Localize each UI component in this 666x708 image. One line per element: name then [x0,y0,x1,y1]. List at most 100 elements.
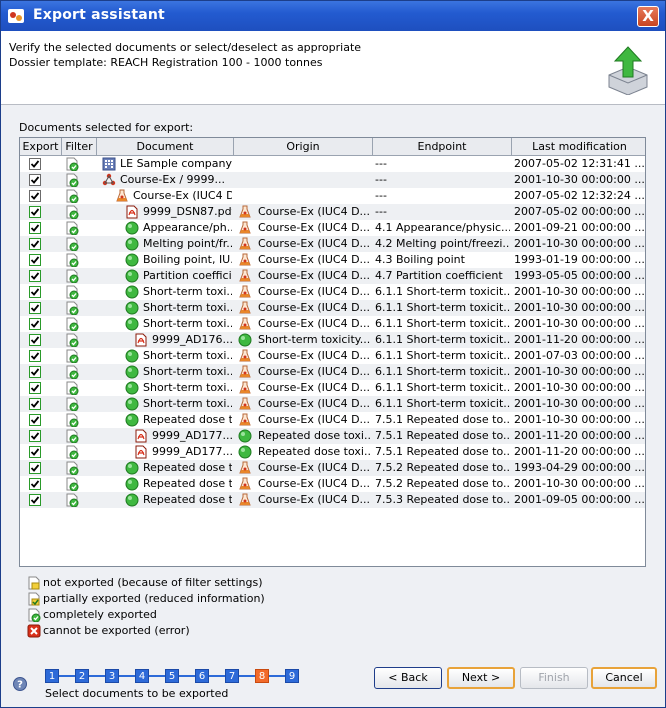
wizard-step-6[interactable]: 6 [195,669,209,683]
table-row[interactable]: 9999_DSN87.pdf... Course-Ex (IUC4 D... ---… [20,204,645,220]
completely-exported-icon [65,317,79,332]
completely-exported-icon [65,253,79,268]
document-name: 9999_AD177... [152,429,232,442]
table-row[interactable]: LE Sample company --- 2007-05-02 12:31:41 … [20,156,645,172]
modified-cell: 1993-04-29 00:00:00 ... [514,461,645,474]
export-checkbox[interactable] [29,350,41,362]
table-row[interactable]: Repeated dose t... Course-Ex (IUC4 D... 7.… [20,476,645,492]
table-row[interactable]: Course-Ex / 9999... --- 2001-10-30 00:00:0… [20,172,645,188]
export-checkbox[interactable] [29,158,41,170]
table-row[interactable]: 9999_AD177... Repeated dose toxi... 7.5.1 … [20,428,645,444]
origin-cell: Course-Ex (IUC4 D... [258,221,371,234]
endpoint-cell: 7.5.2 Repeated dose to... [375,461,510,474]
table-row[interactable]: Repeated dose t... Course-Ex (IUC4 D... 7.… [20,412,645,428]
origin-cell: Course-Ex (IUC4 D... [258,493,371,506]
instruction-text: Verify the selected documents or select/… [9,41,362,54]
export-checkbox[interactable] [29,222,41,234]
export-checkbox[interactable] [29,190,41,202]
origin-cell: Repeated dose toxi... [258,445,371,458]
document-name: Partition coeffici... [143,269,232,282]
table-row[interactable]: Short-term toxi... Course-Ex (IUC4 D... 6.… [20,316,645,332]
title-bar[interactable]: Export assistant X [1,1,665,31]
endpoint-cell: 7.5.1 Repeated dose to... [375,413,510,426]
column-document[interactable]: Document [97,138,234,156]
table-row[interactable]: Short-term toxi... Course-Ex (IUC4 D... 6.… [20,284,645,300]
export-checkbox[interactable] [29,286,41,298]
modified-cell: 2001-09-05 00:00:00 ... [514,493,645,506]
export-checkbox[interactable] [29,398,41,410]
export-checkbox[interactable] [29,462,41,474]
help-icon[interactable]: ? [13,677,27,691]
table-row[interactable]: Short-term toxi... Course-Ex (IUC4 D... 6.… [20,348,645,364]
cancel-button[interactable]: Cancel [591,667,657,689]
export-checkbox[interactable] [29,446,41,458]
export-checkbox[interactable] [29,238,41,250]
export-checkbox[interactable] [29,302,41,314]
wizard-step-5[interactable]: 5 [165,669,179,683]
table-row[interactable]: Short-term toxi... Course-Ex (IUC4 D... 6.… [20,364,645,380]
export-checkbox[interactable] [29,174,41,186]
completely-exported-icon [65,205,79,220]
completely-exported-icon [65,365,79,380]
green-dot-icon [125,461,139,475]
column-export[interactable]: Export [20,138,62,156]
wizard-step-7[interactable]: 7 [225,669,239,683]
column-filter[interactable]: Filter [62,138,97,156]
table-row[interactable]: Short-term toxi... Course-Ex (IUC4 D... 6.… [20,380,645,396]
table-row[interactable]: Course-Ex (IUC4 D... --- 2007-05-02 12:32:… [20,188,645,204]
origin-cell: Course-Ex (IUC4 D... [258,301,371,314]
document-name: Boiling point, IU... [143,253,232,266]
wizard-step-8[interactable]: 8 [255,669,269,683]
table-row[interactable]: Short-term toxi... Course-Ex (IUC4 D... 6.… [20,396,645,412]
wizard-step-9[interactable]: 9 [285,669,299,683]
export-checkbox[interactable] [29,254,41,266]
footer: ? 1 2 3 4 5 6 7 8 9 Select documents to be expor… [1,661,665,707]
export-checkbox[interactable] [29,382,41,394]
wizard-step-3[interactable]: 3 [105,669,119,683]
table-row[interactable]: 9999_AD176... Short-term toxicity... 6.1.1… [20,332,645,348]
green-dot-icon [125,477,139,491]
documents-table[interactable]: Export Filter Document Origin Endpoint L… [19,137,646,567]
window-title: Export assistant [33,7,165,23]
export-checkbox[interactable] [29,206,41,218]
table-row[interactable]: Melting point/fr... Course-Ex (IUC4 D... 4… [20,236,645,252]
finish-button[interactable]: Finish [520,667,588,689]
table-row[interactable]: Appearance/ph... Course-Ex (IUC4 D... 4.1 … [20,220,645,236]
column-last-modification[interactable]: Last modification [512,138,645,156]
flask-icon [238,461,252,475]
table-row[interactable]: Repeated dose t... Course-Ex (IUC4 D... 7.… [20,460,645,476]
column-endpoint[interactable]: Endpoint [373,138,512,156]
table-row[interactable]: 9999_AD177... Repeated dose toxi... 7.5.1 … [20,444,645,460]
table-row[interactable]: Repeated dose t... Course-Ex (IUC4 D... 7.… [20,492,645,508]
export-checkbox[interactable] [29,270,41,282]
endpoint-cell: 6.1.1 Short-term toxicit... [375,365,510,378]
export-checkbox[interactable] [29,478,41,490]
endpoint-cell: 6.1.1 Short-term toxicit... [375,349,510,362]
table-row[interactable]: Short-term toxi... Course-Ex (IUC4 D... 6.… [20,300,645,316]
completely-exported-icon [65,301,79,316]
next-button[interactable]: Next > [447,667,515,689]
export-checkbox[interactable] [29,494,41,506]
column-origin[interactable]: Origin [234,138,373,156]
green-dot-icon [238,429,252,443]
export-checkbox[interactable] [29,318,41,330]
export-checkbox[interactable] [29,414,41,426]
back-button[interactable]: < Back [374,667,442,689]
export-checkbox[interactable] [29,334,41,346]
close-button[interactable]: X [637,6,659,27]
document-name: 9999_DSN87.pdf... [143,205,232,218]
table-row[interactable]: Boiling point, IU... Course-Ex (IUC4 D...… [20,252,645,268]
green-dot-icon [125,397,139,411]
flask-icon [238,381,252,395]
legend-text: partially exported (reduced information) [43,592,265,605]
wizard-step-1[interactable]: 1 [45,669,59,683]
wizard-step-4[interactable]: 4 [135,669,149,683]
table-row[interactable]: Partition coeffici... Course-Ex (IUC4 D..… [20,268,645,284]
export-checkbox[interactable] [29,366,41,378]
endpoint-cell: 4.1 Appearance/physic... [375,221,510,234]
flask-icon [238,301,252,315]
modified-cell: 2007-05-02 00:00:00 ... [514,205,645,218]
documents-panel: Documents selected for export: Export Fi… [9,107,659,655]
export-checkbox[interactable] [29,430,41,442]
wizard-step-2[interactable]: 2 [75,669,89,683]
